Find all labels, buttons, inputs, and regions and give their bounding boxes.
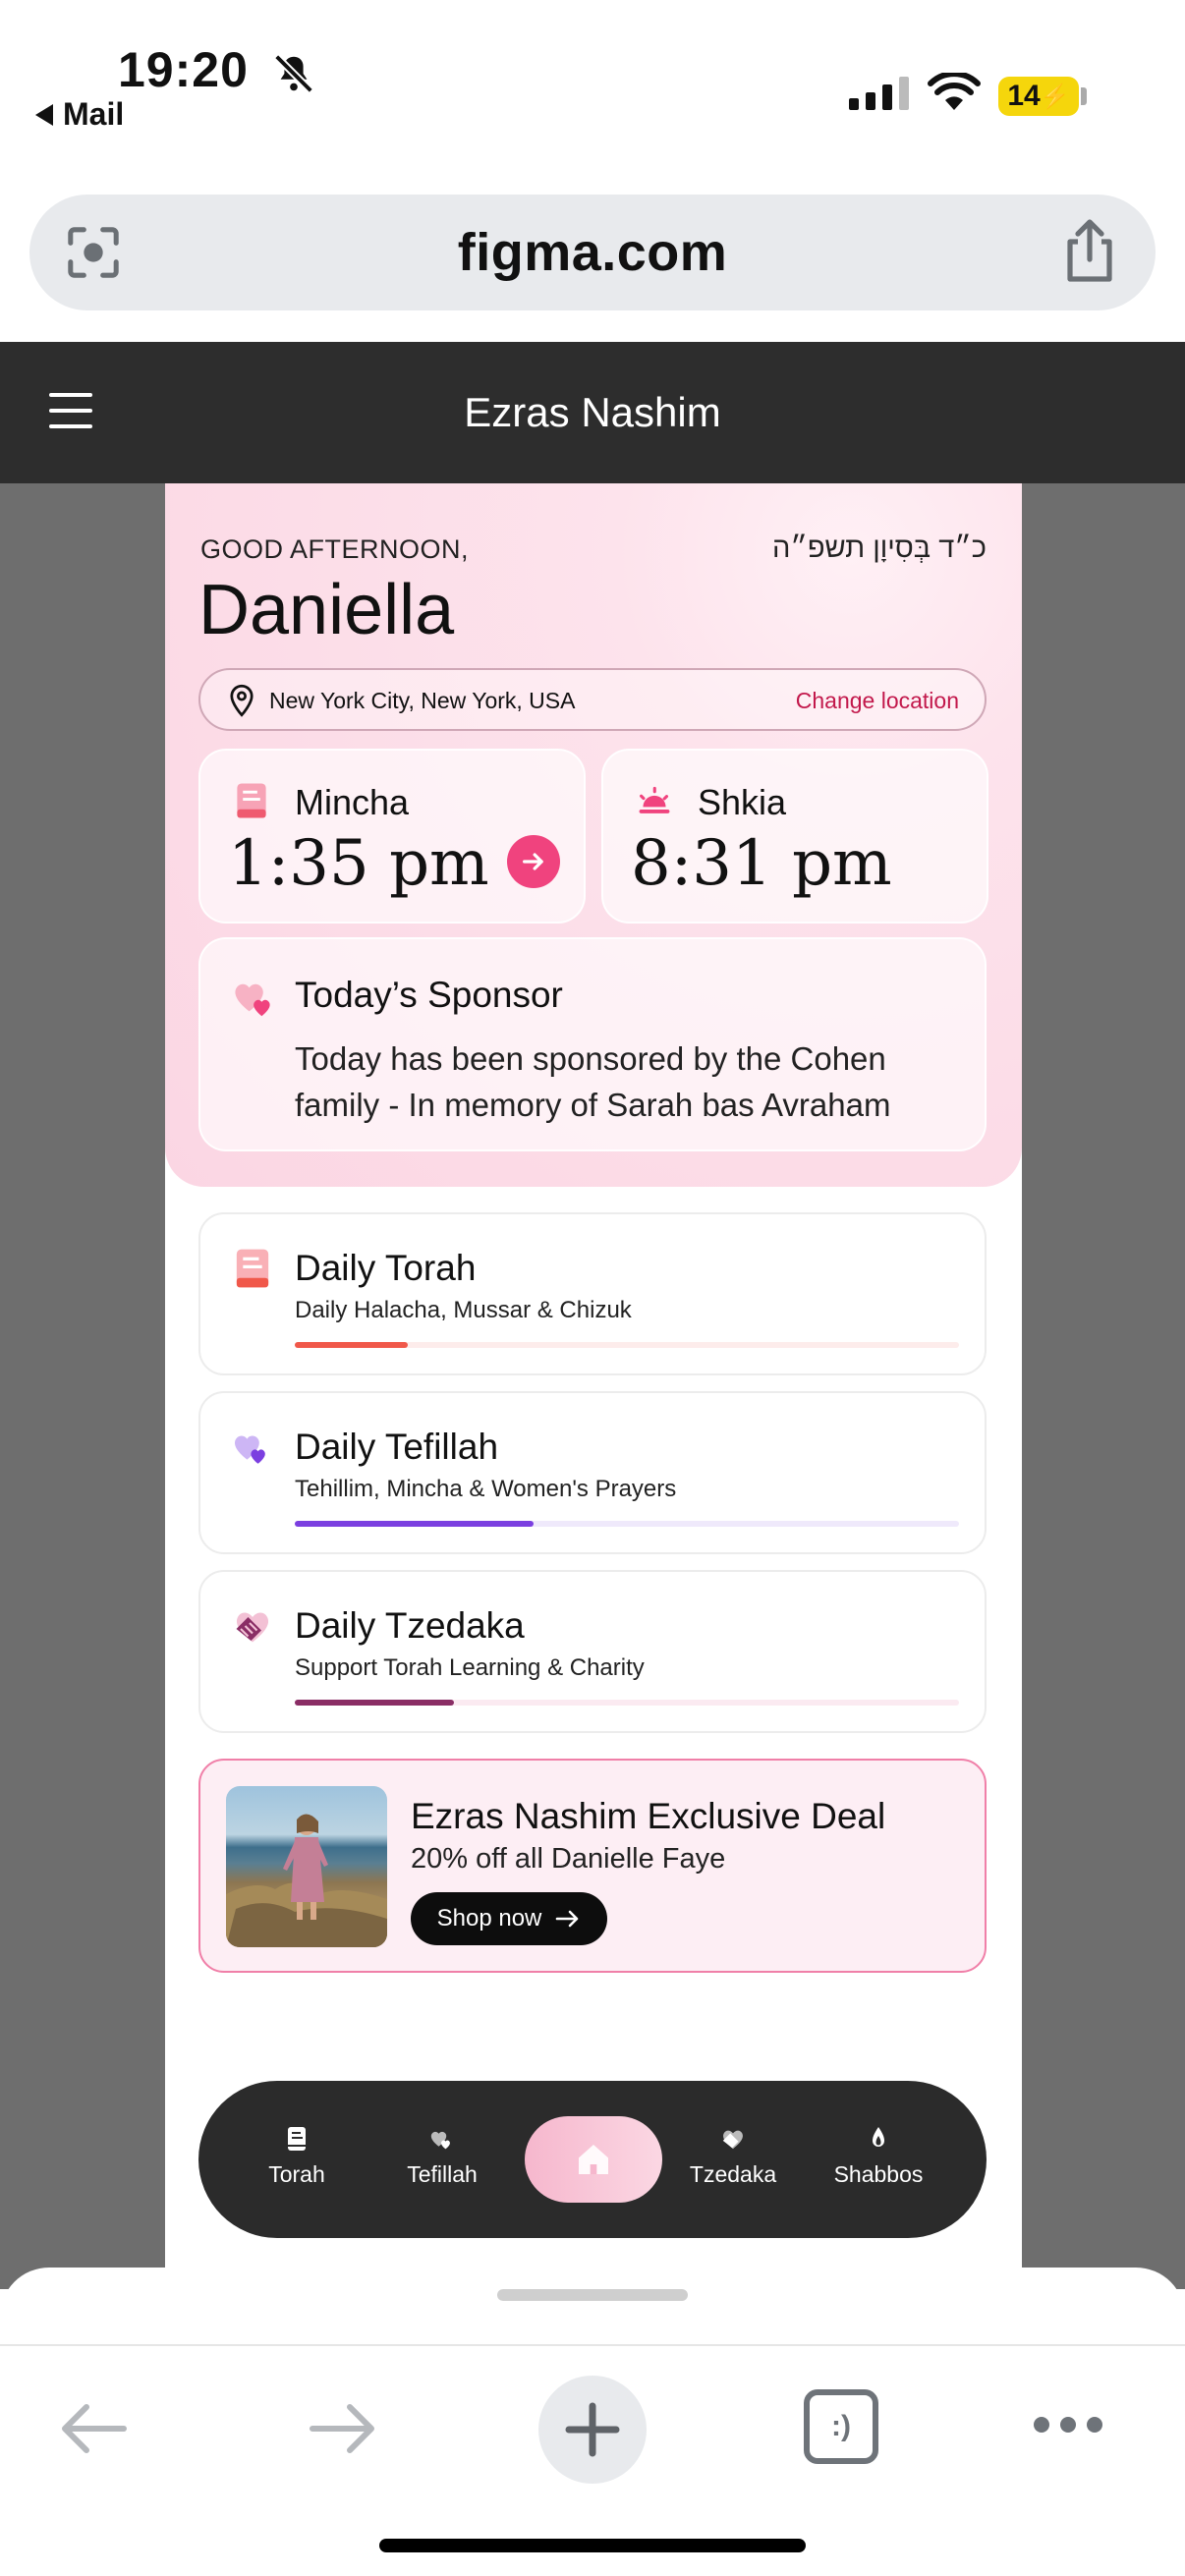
hero-panel: GOOD AFTERNOON, כ״ד בְּסִיוָן תשפ״ה Dani… xyxy=(165,483,1022,1187)
url-bar[interactable]: figma.com xyxy=(29,195,1156,310)
battery-level: 14 xyxy=(1007,80,1041,112)
shkia-time: 8:31 pm xyxy=(631,827,892,900)
mincha-go-button[interactable] xyxy=(507,835,560,888)
charging-bolt-icon: ⚡ xyxy=(1040,83,1070,110)
bell-mute-icon xyxy=(274,54,313,93)
progress-fill xyxy=(295,1342,408,1348)
location-bar: New York City, New York, USA Change loca… xyxy=(198,668,987,731)
back-to-app-link[interactable]: Mail xyxy=(35,96,124,133)
heart-icon xyxy=(430,2131,450,2150)
tab-shabbos[interactable]: Shabbos xyxy=(819,2126,937,2188)
tab-switcher-label: :) xyxy=(831,2410,851,2442)
sunset-icon xyxy=(639,786,670,813)
app-header: Ezras Nashim xyxy=(0,342,1185,483)
shop-now-button[interactable]: Shop now xyxy=(411,1892,607,1945)
tab-tefillah[interactable]: Tefillah xyxy=(383,2126,501,2188)
tab-torah[interactable]: Torah xyxy=(238,2126,356,2188)
location-text: New York City, New York, USA xyxy=(269,688,576,713)
sponsor-text: Today has been sponsored by the Cohen fa… xyxy=(295,1040,891,1123)
sheet-grab-handle[interactable] xyxy=(497,2289,688,2301)
location-pin-icon xyxy=(230,684,254,717)
app-screen: GOOD AFTERNOON, כ״ד בְּסִיוָן תשפ״ה Dani… xyxy=(165,483,1022,2289)
daily-torah-title: Daily Torah xyxy=(295,1248,477,1288)
arrow-right-icon xyxy=(523,853,543,870)
mincha-card[interactable]: Mincha 1:35 pm xyxy=(198,749,586,924)
back-arrow-icon[interactable] xyxy=(57,2403,130,2454)
daily-tefillah-title: Daily Tefillah xyxy=(295,1427,499,1467)
hand-heart-icon xyxy=(722,2130,743,2150)
hebrew-date: כ״ד בְּסִיוָן תשפ״ה xyxy=(771,532,987,564)
arrow-right-icon xyxy=(556,1910,579,1928)
tab-torah-label: Torah xyxy=(268,2161,325,2187)
tab-tzedaka-label: Tzedaka xyxy=(689,2161,777,2187)
battery-indicator: 14 ⚡ xyxy=(998,77,1079,116)
status-bar: 19:20 Mail 14 ⚡ xyxy=(0,0,1185,167)
wifi-icon xyxy=(928,73,981,110)
lens-icon[interactable] xyxy=(65,224,122,281)
shkia-label: Shkia xyxy=(698,782,787,822)
daily-torah-card[interactable]: Daily Torah Daily Halacha, Mussar & Chiz… xyxy=(198,1212,987,1375)
daily-torah-subtitle: Daily Halacha, Mussar & Chizuk xyxy=(295,1297,632,1323)
tab-shabbos-label: Shabbos xyxy=(833,2161,924,2187)
forward-arrow-icon[interactable] xyxy=(307,2403,379,2454)
plus-icon xyxy=(565,2402,620,2457)
daily-tzedaka-subtitle: Support Torah Learning & Charity xyxy=(295,1654,645,1681)
battery-cap xyxy=(1081,87,1087,105)
exclusive-deal-card[interactable]: Ezras Nashim Exclusive Deal 20% off all … xyxy=(198,1759,987,1973)
shkia-card[interactable]: Shkia 8:31 pm xyxy=(601,749,988,924)
home-icon xyxy=(579,2145,608,2174)
share-icon[interactable] xyxy=(1059,218,1120,285)
sponsor-card: Today’s Sponsor Today has been sponsored… xyxy=(198,937,987,1151)
bottom-tab-bar: Torah Tefillah Tzedaka Shabbos xyxy=(198,2081,987,2238)
divider xyxy=(0,2344,1185,2346)
back-triangle-icon xyxy=(35,103,53,126)
deal-subtitle: 20% off all Danielle Faye xyxy=(411,1843,726,1875)
app-title: Ezras Nashim xyxy=(464,389,721,435)
deal-product-photo xyxy=(226,1786,387,1947)
hearts-icon xyxy=(235,983,270,1017)
tab-tzedaka[interactable]: Tzedaka xyxy=(674,2126,792,2188)
daily-torah-progress xyxy=(295,1342,959,1348)
progress-fill xyxy=(295,1521,535,1527)
status-time: 19:20 xyxy=(118,42,249,97)
browser-toolbar-sheet: :) xyxy=(0,2268,1185,2576)
mincha-label: Mincha xyxy=(295,782,410,822)
tab-switcher-button[interactable]: :) xyxy=(804,2389,878,2464)
url-text[interactable]: figma.com xyxy=(29,195,1156,310)
book-icon xyxy=(288,2127,306,2151)
more-dots-icon[interactable] xyxy=(1032,2413,1104,2436)
back-app-label: Mail xyxy=(63,96,125,132)
sponsor-title: Today’s Sponsor xyxy=(295,975,563,1015)
mincha-time: 1:35 pm xyxy=(228,827,489,900)
deal-title: Ezras Nashim Exclusive Deal xyxy=(411,1796,886,1836)
shop-now-label: Shop now xyxy=(436,1905,542,1932)
hand-heart-icon xyxy=(236,1612,269,1643)
progress-fill xyxy=(295,1700,455,1706)
tab-tefillah-label: Tefillah xyxy=(407,2161,478,2187)
user-name: Daniella xyxy=(198,571,455,649)
daily-tzedaka-progress xyxy=(295,1700,959,1706)
change-location-link[interactable]: Change location xyxy=(796,688,959,714)
book-icon xyxy=(236,1249,269,1288)
daily-tefillah-subtitle: Tehillim, Mincha & Women's Prayers xyxy=(295,1476,677,1502)
cellular-signal-icon xyxy=(849,77,909,110)
new-tab-button[interactable] xyxy=(538,2376,647,2484)
daily-tefillah-card[interactable]: Daily Tefillah Tehillim, Mincha & Women'… xyxy=(198,1391,987,1554)
model-figure-illustration xyxy=(226,1814,387,1947)
daily-tzedaka-title: Daily Tzedaka xyxy=(295,1605,525,1646)
hearts-icon xyxy=(234,1435,265,1464)
candle-icon xyxy=(873,2127,884,2147)
daily-tzedaka-card[interactable]: Daily Tzedaka Support Torah Learning & C… xyxy=(198,1570,987,1733)
book-icon xyxy=(237,783,266,818)
daily-tefillah-progress xyxy=(295,1521,959,1527)
tab-home[interactable] xyxy=(525,2116,662,2203)
greeting: GOOD AFTERNOON, xyxy=(200,534,470,564)
home-indicator xyxy=(379,2539,806,2552)
